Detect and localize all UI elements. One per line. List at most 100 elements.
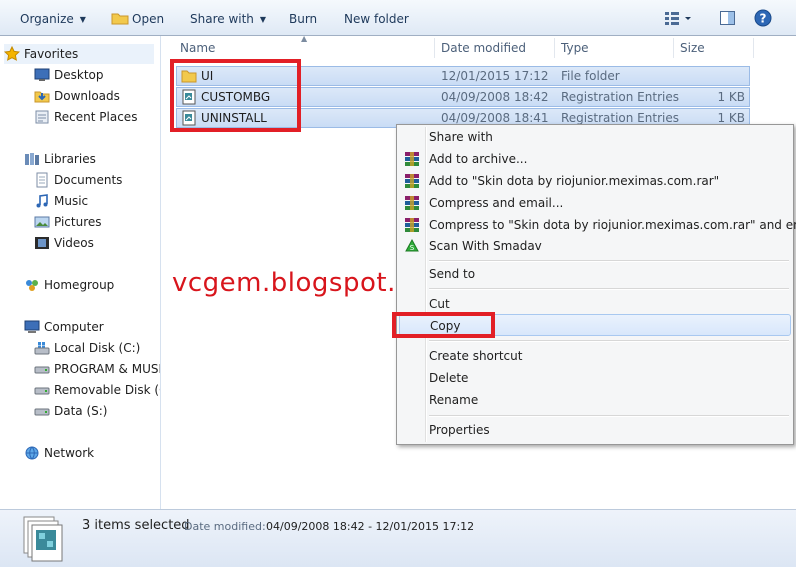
menu-add-to-archive-label: Add to archive... xyxy=(429,152,528,166)
nav-homegroup-label: Homegroup xyxy=(44,278,115,292)
new-folder-button[interactable]: New folder xyxy=(344,10,409,28)
downloads-folder-icon xyxy=(34,91,50,103)
file-type: File folder xyxy=(561,69,620,83)
new-folder-label: New folder xyxy=(344,12,409,26)
svg-text:S: S xyxy=(410,244,415,252)
nav-desktop-label: Desktop xyxy=(54,68,104,82)
column-divider[interactable] xyxy=(673,38,674,58)
column-divider[interactable] xyxy=(554,38,555,58)
file-type: Registration Entries xyxy=(561,111,679,125)
nav-program-music-label: PROGRAM & MUSIC xyxy=(54,362,160,376)
menu-add-to-rar[interactable]: Add to "Skin dota by riojunior.meximas.c… xyxy=(399,170,791,192)
burn-button[interactable]: Burn xyxy=(289,10,317,28)
column-divider[interactable] xyxy=(753,38,754,58)
menu-send-to[interactable]: Send to xyxy=(399,263,791,285)
menu-scan-smadav-label: Scan With Smadav xyxy=(429,239,542,253)
computer-icon xyxy=(24,320,40,333)
drive-icon xyxy=(34,408,50,416)
nav-favorites-label: Favorites xyxy=(24,47,79,61)
libraries-icon xyxy=(25,153,39,165)
column-date-modified[interactable]: Date modified xyxy=(441,41,526,55)
nav-program-music[interactable]: PROGRAM & MUSIC xyxy=(34,359,160,379)
removable-drive-icon xyxy=(34,387,50,395)
help-button[interactable]: ? xyxy=(754,9,772,27)
menu-rename[interactable]: Rename xyxy=(399,389,791,411)
view-options-button[interactable] xyxy=(664,9,694,27)
winrar-icon xyxy=(405,218,419,232)
menu-separator xyxy=(429,288,789,290)
menu-compress-email[interactable]: Compress and email... xyxy=(399,192,791,214)
menu-properties-label: Properties xyxy=(429,423,490,437)
open-label: Open xyxy=(132,12,165,26)
menu-send-to-label: Send to xyxy=(429,267,476,281)
organize-label: Organize xyxy=(20,12,74,26)
share-with-button[interactable]: Share with ▼ xyxy=(190,10,266,28)
nav-data-disk-label: Data (S:) xyxy=(54,404,108,418)
file-size: 1 KB xyxy=(717,111,745,125)
svg-text:?: ? xyxy=(760,12,767,26)
column-size[interactable]: Size xyxy=(680,41,705,55)
column-name[interactable]: Name xyxy=(180,41,215,55)
help-icon: ? xyxy=(754,9,772,27)
chevron-down-icon: ▼ xyxy=(79,15,86,24)
folder-open-icon xyxy=(111,13,129,25)
view-list-icon xyxy=(665,12,691,25)
menu-compress-to-rar-email[interactable]: Compress to "Skin dota by riojunior.mexi… xyxy=(399,214,796,236)
star-icon xyxy=(4,46,20,61)
file-size: 1 KB xyxy=(717,90,745,104)
column-header: Name ▲ Date modified Type Size xyxy=(161,34,796,60)
file-date: 12/01/2015 17:12 xyxy=(441,69,549,83)
menu-delete-label: Delete xyxy=(429,371,469,385)
menu-separator xyxy=(429,340,789,342)
winrar-icon xyxy=(405,196,419,210)
nav-local-disk-label: Local Disk (C:) xyxy=(54,341,141,355)
system-drive-icon xyxy=(34,342,50,355)
nav-videos-label: Videos xyxy=(54,236,94,250)
preview-pane-button[interactable] xyxy=(719,9,737,27)
drive-icon xyxy=(34,366,50,374)
preview-pane-icon xyxy=(720,11,735,25)
homegroup-icon xyxy=(26,280,38,291)
nav-documents-label: Documents xyxy=(54,173,123,187)
menu-compress-email-label: Compress and email... xyxy=(429,196,564,210)
menu-rename-label: Rename xyxy=(429,393,479,407)
open-button[interactable]: Open xyxy=(111,10,164,28)
menu-scan-smadav[interactable]: S Scan With Smadav xyxy=(399,235,791,257)
menu-delete[interactable]: Delete xyxy=(399,367,791,389)
menu-create-shortcut-label: Create shortcut xyxy=(429,349,523,363)
highlight-box-files xyxy=(170,59,301,132)
network-icon xyxy=(25,446,39,460)
menu-create-shortcut[interactable]: Create shortcut xyxy=(399,345,791,367)
nav-recent-places-label: Recent Places xyxy=(54,110,138,124)
menu-add-to-rar-label: Add to "Skin dota by riojunior.meximas.c… xyxy=(429,174,720,188)
nav-libraries-label: Libraries xyxy=(44,152,96,166)
menu-add-to-archive[interactable]: Add to archive... xyxy=(399,148,791,170)
nav-removable-disk[interactable]: Removable Disk (G:) xyxy=(34,380,160,400)
chevron-down-icon: ▼ xyxy=(259,15,267,24)
details-pane: 3 items selected Date modified: 04/09/20… xyxy=(0,509,796,567)
nav-favorites[interactable]: Favorites xyxy=(4,44,154,64)
menu-share-with[interactable]: Share with xyxy=(399,126,791,148)
smadav-icon: S xyxy=(405,238,419,252)
pictures-icon xyxy=(34,216,50,228)
file-date: 04/09/2008 18:42 xyxy=(441,90,549,104)
burn-label: Burn xyxy=(289,12,318,26)
multiple-files-icon xyxy=(23,516,63,562)
organize-button[interactable]: Organize ▼ xyxy=(20,10,86,28)
sort-up-icon: ▲ xyxy=(301,34,308,43)
winrar-icon xyxy=(405,152,419,166)
date-modified-value: 04/09/2008 18:42 - 12/01/2015 17:12 xyxy=(266,520,475,533)
menu-properties[interactable]: Properties xyxy=(399,419,791,441)
menu-share-with-label: Share with xyxy=(429,130,493,144)
nav-pictures-label: Pictures xyxy=(54,215,102,229)
file-type: Registration Entries xyxy=(561,90,679,104)
recent-places-icon xyxy=(35,110,49,124)
documents-icon xyxy=(36,172,48,188)
column-type[interactable]: Type xyxy=(561,41,589,55)
column-divider[interactable] xyxy=(434,38,435,58)
nav-music-label: Music xyxy=(54,194,89,208)
share-with-label: Share with xyxy=(190,12,254,26)
desktop-icon xyxy=(34,68,50,81)
highlight-box-copy xyxy=(392,312,495,338)
selection-count: 3 items selected xyxy=(82,518,190,533)
